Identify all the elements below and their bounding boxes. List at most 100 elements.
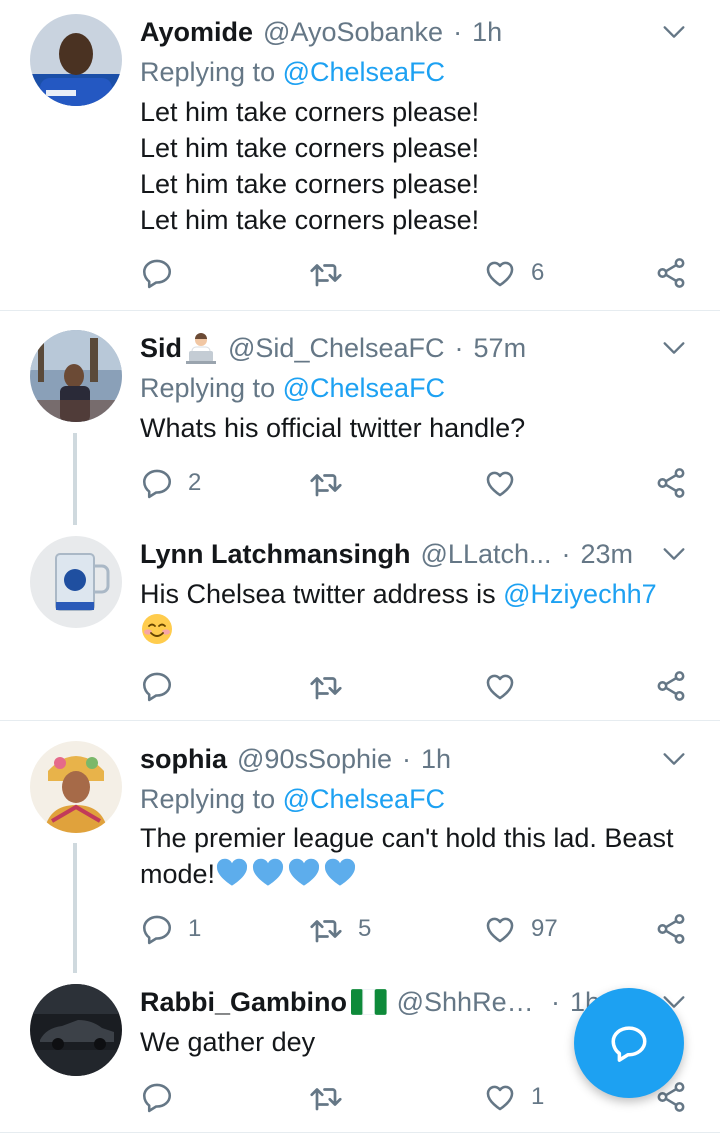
retweet-button[interactable] xyxy=(308,463,358,503)
timestamp[interactable]: 1h xyxy=(421,744,451,775)
user-name[interactable]: sophia xyxy=(140,744,227,775)
blue-heart-emoji-icon xyxy=(287,857,321,887)
tweet-text-line: Let him take corners please! xyxy=(140,133,480,163)
tweet[interactable]: Lynn Latchmansingh @LLatch... · 23m His … xyxy=(0,516,720,720)
tweet-text: Let him take corners please! Let him tak… xyxy=(140,94,692,238)
share-icon xyxy=(654,669,688,703)
share-icon xyxy=(654,466,688,500)
chevron-down-icon[interactable] xyxy=(660,745,688,773)
reply-count: 1 xyxy=(188,915,202,942)
separator-dot: · xyxy=(454,332,464,363)
reply-button[interactable]: 1 xyxy=(140,909,201,949)
tweet-text-line: The premier league can't hold this lad. … xyxy=(140,823,674,853)
divider xyxy=(0,1132,720,1133)
like-button[interactable] xyxy=(483,463,531,503)
user-handle[interactable]: @90sSophie xyxy=(237,744,392,775)
chevron-down-icon[interactable] xyxy=(660,334,688,362)
like-count: 6 xyxy=(531,259,545,286)
avatar[interactable] xyxy=(30,14,122,106)
reply-button[interactable] xyxy=(140,1077,188,1117)
retweet-count: 5 xyxy=(358,915,372,942)
smiling-face-emoji-icon xyxy=(142,614,172,644)
like-count: 97 xyxy=(531,915,558,942)
avatar[interactable] xyxy=(30,741,122,833)
reply-count: 2 xyxy=(188,469,202,496)
mention-link[interactable]: @Hziyechh7 xyxy=(503,579,656,609)
like-icon xyxy=(483,669,517,703)
reply-button[interactable]: 2 xyxy=(140,463,201,503)
tweet-actions: 6 xyxy=(140,253,700,293)
retweet-icon xyxy=(308,911,344,947)
replying-to-label: Replying to xyxy=(140,373,283,403)
like-icon xyxy=(483,466,517,500)
tweet[interactable]: Sid @Sid_ChelseaFC · 57m Replying to @Ch… xyxy=(0,311,720,525)
share-button[interactable] xyxy=(654,463,688,503)
reply-button[interactable] xyxy=(140,253,188,293)
tweet-text-line: His Chelsea twitter address is xyxy=(140,579,504,609)
thread-line xyxy=(73,433,77,525)
user-name[interactable]: Rabbi_Gambino xyxy=(140,987,347,1018)
reply-button[interactable] xyxy=(140,666,188,706)
blue-heart-emoji-icon xyxy=(251,857,285,887)
like-button[interactable]: 6 xyxy=(483,253,544,293)
tweet[interactable]: sophia @90sSophie · 1h Replying to @Chel… xyxy=(0,721,720,973)
replying-to: Replying to @ChelseaFC xyxy=(140,54,445,90)
like-button[interactable]: 97 xyxy=(483,909,558,949)
mention-link[interactable]: @ChelseaFC xyxy=(283,784,445,814)
user-name[interactable]: Sid xyxy=(140,333,182,364)
share-button[interactable] xyxy=(654,253,688,293)
share-icon xyxy=(654,256,688,290)
like-button[interactable]: 1 xyxy=(483,1077,544,1117)
mention-link[interactable]: @ChelseaFC xyxy=(283,57,445,87)
user-handle[interactable]: @Sid_ChelseaFC xyxy=(228,333,445,364)
chevron-down-icon[interactable] xyxy=(660,540,688,568)
technologist-emoji-icon xyxy=(186,333,217,364)
like-icon xyxy=(483,256,517,290)
blue-heart-emoji-icon xyxy=(215,857,249,887)
retweet-icon xyxy=(308,1079,344,1115)
reply-icon xyxy=(140,256,174,290)
tweet-actions: 2 xyxy=(140,463,700,503)
compose-reply-button[interactable] xyxy=(574,988,684,1098)
share-button[interactable] xyxy=(654,909,688,949)
blue-heart-emoji-icon xyxy=(323,857,357,887)
mention-link[interactable]: @ChelseaFC xyxy=(283,373,445,403)
separator-dot: · xyxy=(453,16,463,47)
retweet-button[interactable] xyxy=(308,1077,358,1117)
tweet-actions xyxy=(140,666,700,706)
tweet-actions: 1 5 97 xyxy=(140,909,700,949)
avatar[interactable] xyxy=(30,984,122,1076)
avatar[interactable] xyxy=(30,330,122,422)
user-handle[interactable]: @LLatch... xyxy=(421,539,552,570)
reply-icon xyxy=(140,912,174,946)
retweet-button[interactable]: 5 xyxy=(308,909,371,949)
tweet[interactable]: Ayomide @AyoSobanke · 1h Replying to @Ch… xyxy=(0,0,720,310)
reply-icon xyxy=(140,466,174,500)
tweet-text-line: Let him take corners please! xyxy=(140,97,480,127)
retweet-icon xyxy=(308,465,344,501)
timestamp[interactable]: 1h xyxy=(472,17,502,48)
like-icon xyxy=(483,1080,517,1114)
user-handle[interactable]: @ShhRebel xyxy=(397,987,541,1018)
avatar[interactable] xyxy=(30,536,122,628)
separator-dot: · xyxy=(550,986,560,1017)
retweet-button[interactable] xyxy=(308,253,358,293)
user-handle[interactable]: @AyoSobanke xyxy=(263,17,443,48)
thread-line xyxy=(73,843,77,973)
tweet-text: The premier league can't hold this lad. … xyxy=(140,820,692,892)
separator-dot: · xyxy=(402,743,412,774)
tweet-text: His Chelsea twitter address is @Hziyechh… xyxy=(140,576,692,648)
tweet-text-line: mode! xyxy=(140,859,216,889)
like-button[interactable] xyxy=(483,666,531,706)
chevron-down-icon[interactable] xyxy=(660,18,688,46)
retweet-icon xyxy=(308,255,344,291)
timestamp[interactable]: 23m xyxy=(581,539,634,570)
reply-icon xyxy=(140,669,174,703)
tweet-text-line: Let him take corners please! xyxy=(140,205,480,235)
user-name[interactable]: Lynn Latchmansingh xyxy=(140,539,411,570)
timestamp[interactable]: 57m xyxy=(474,333,527,364)
like-icon xyxy=(483,912,517,946)
retweet-button[interactable] xyxy=(308,666,358,706)
share-button[interactable] xyxy=(654,666,688,706)
user-name[interactable]: Ayomide xyxy=(140,17,253,48)
